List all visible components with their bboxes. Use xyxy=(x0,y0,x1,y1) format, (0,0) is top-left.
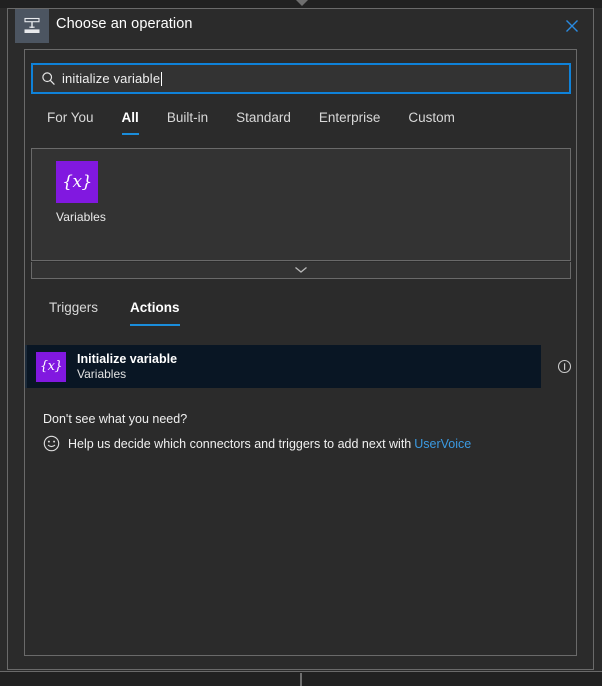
smiley-icon xyxy=(43,435,60,452)
connector-tile-variables[interactable]: {x} Variables xyxy=(56,161,146,224)
tab-triggers[interactable]: Triggers xyxy=(33,298,114,326)
tab-enterprise-label: Enterprise xyxy=(318,110,381,125)
resize-grip[interactable] xyxy=(300,673,302,686)
tab-enterprise[interactable]: Enterprise xyxy=(305,108,395,135)
close-button[interactable] xyxy=(551,9,593,43)
tab-all-label: All xyxy=(121,110,139,125)
info-icon xyxy=(557,359,571,373)
tab-for-you[interactable]: For You xyxy=(33,108,108,135)
subtab-active-underline xyxy=(130,324,180,326)
tab-custom-label: Custom xyxy=(408,110,455,125)
tab-standard-label: Standard xyxy=(236,110,291,125)
connector-tile-label: Variables xyxy=(56,210,107,224)
tab-triggers-label: Triggers xyxy=(49,300,99,315)
chevron-down-icon xyxy=(295,266,307,273)
tab-standard[interactable]: Standard xyxy=(222,108,305,135)
help-heading: Don't see what you need? xyxy=(43,412,188,426)
choose-operation-dialog-screen: Choose an operation initialize variable xyxy=(0,0,602,686)
bottom-splitter[interactable] xyxy=(0,671,602,686)
dialog-title: Choose an operation xyxy=(56,16,193,32)
tab-all[interactable]: All xyxy=(108,108,153,135)
help-message-text: Help us decide which connectors and trig… xyxy=(68,436,412,451)
expand-connectors-button[interactable] xyxy=(31,262,571,279)
help-message-row: Help us decide which connectors and trig… xyxy=(43,435,471,452)
tab-actions[interactable]: Actions xyxy=(114,298,196,326)
result-subtitle: Variables xyxy=(77,366,127,381)
category-tabs: For You All Built-in Standard Enterprise… xyxy=(33,108,469,138)
variables-action-icon: {x} xyxy=(36,351,66,382)
top-drag-handle[interactable] xyxy=(0,0,602,8)
search-input[interactable]: initialize variable xyxy=(31,63,571,94)
result-text-group: Initialize variable Variables xyxy=(77,352,177,382)
insert-step-icon xyxy=(15,9,49,43)
info-button[interactable] xyxy=(556,358,572,374)
text-caret xyxy=(161,71,163,86)
tab-for-you-label: For You xyxy=(47,110,94,125)
search-input-value: initialize variable xyxy=(62,71,161,86)
tab-actions-label: Actions xyxy=(130,300,180,315)
result-title: Initialize variable xyxy=(77,351,178,366)
close-icon xyxy=(566,20,578,32)
connector-results-card: {x} Variables xyxy=(31,148,571,261)
tab-built-in-label: Built-in xyxy=(166,110,209,125)
dialog-frame: Choose an operation initialize variable xyxy=(7,8,594,670)
variables-connector-icon: {x} xyxy=(56,161,98,203)
tab-custom[interactable]: Custom xyxy=(394,108,469,135)
tab-built-in[interactable]: Built-in xyxy=(153,108,222,135)
search-icon xyxy=(41,71,56,86)
tab-active-underline xyxy=(121,133,139,135)
list-item[interactable]: {x} Initialize variable Variables xyxy=(25,345,541,388)
uservoice-link[interactable]: UserVoice xyxy=(414,437,471,451)
selection-edge xyxy=(25,345,27,388)
dialog-titlebar: Choose an operation xyxy=(8,9,593,45)
operation-picker-panel: initialize variable For You All Built-in… xyxy=(24,49,577,656)
trigger-action-tabs: Triggers Actions xyxy=(33,298,196,326)
